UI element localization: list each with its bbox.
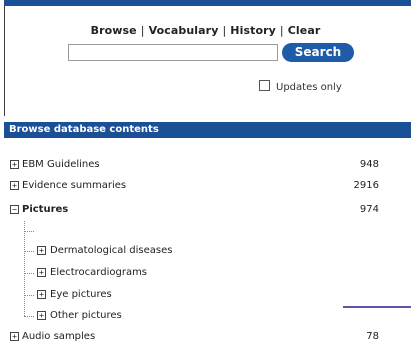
updates-only-option[interactable]: Updates only bbox=[259, 80, 342, 93]
expand-icon[interactable]: + bbox=[10, 181, 19, 190]
list-item-label[interactable]: EBM Guidelines bbox=[22, 159, 100, 170]
list-item-evidence-summaries[interactable]: + Evidence summaries 2916 bbox=[10, 179, 379, 193]
tree-branch-line bbox=[24, 251, 34, 252]
expand-icon[interactable]: + bbox=[10, 160, 19, 169]
search-input[interactable] bbox=[68, 44, 278, 61]
nav-separator: | bbox=[222, 24, 227, 37]
item-count: 974 bbox=[359, 204, 379, 215]
browse-link[interactable]: Browse bbox=[91, 24, 137, 37]
tree-branch-line bbox=[24, 231, 34, 232]
history-link[interactable]: History bbox=[230, 24, 276, 37]
accent-divider bbox=[343, 306, 411, 308]
vocabulary-link[interactable]: Vocabulary bbox=[149, 24, 219, 37]
left-border-rule bbox=[4, 6, 5, 116]
list-item-pictures[interactable]: − Pictures 974 bbox=[10, 203, 379, 217]
item-count: 2916 bbox=[353, 180, 379, 191]
list-item-label[interactable]: Pictures bbox=[22, 204, 68, 215]
expand-icon[interactable]: + bbox=[37, 268, 46, 277]
sub-item-label[interactable]: Eye pictures bbox=[50, 289, 112, 300]
tree-branch-line bbox=[24, 316, 34, 317]
list-item-ebm-guidelines[interactable]: + EBM Guidelines 948 bbox=[10, 158, 379, 172]
sub-item-label[interactable]: Electrocardiograms bbox=[50, 267, 147, 278]
expand-icon[interactable]: + bbox=[10, 332, 19, 341]
sub-item-eye-pictures[interactable]: + Eye pictures bbox=[37, 288, 112, 302]
tree-branch-line bbox=[24, 273, 34, 274]
search-button[interactable]: Search bbox=[282, 43, 354, 62]
sub-item-electrocardiograms[interactable]: + Electrocardiograms bbox=[37, 266, 147, 280]
nav-links: Browse | Vocabulary | History | Clear bbox=[0, 24, 411, 37]
sub-item-label[interactable]: Dermatological diseases bbox=[50, 245, 173, 256]
browse-section-header: Browse database contents bbox=[4, 122, 411, 138]
expand-icon[interactable]: + bbox=[37, 311, 46, 320]
expand-icon[interactable]: + bbox=[37, 246, 46, 255]
top-border-bar bbox=[4, 0, 411, 6]
nav-separator: | bbox=[279, 24, 284, 37]
sub-item-dermatological-diseases[interactable]: + Dermatological diseases bbox=[37, 244, 173, 258]
updates-only-checkbox[interactable] bbox=[259, 80, 270, 91]
nav-separator: | bbox=[140, 24, 145, 37]
item-count: 948 bbox=[359, 159, 379, 170]
tree-branch-line bbox=[24, 295, 34, 296]
sub-item-other-pictures[interactable]: + Other pictures bbox=[37, 309, 122, 323]
list-item-label[interactable]: Audio samples bbox=[22, 331, 95, 342]
clear-link[interactable]: Clear bbox=[288, 24, 321, 37]
tree-connector-line bbox=[24, 221, 26, 316]
updates-only-label: Updates only bbox=[276, 82, 342, 93]
list-item-label[interactable]: Evidence summaries bbox=[22, 180, 126, 191]
collapse-icon[interactable]: − bbox=[10, 205, 19, 214]
expand-icon[interactable]: + bbox=[37, 290, 46, 299]
sub-item-label[interactable]: Other pictures bbox=[50, 310, 122, 321]
